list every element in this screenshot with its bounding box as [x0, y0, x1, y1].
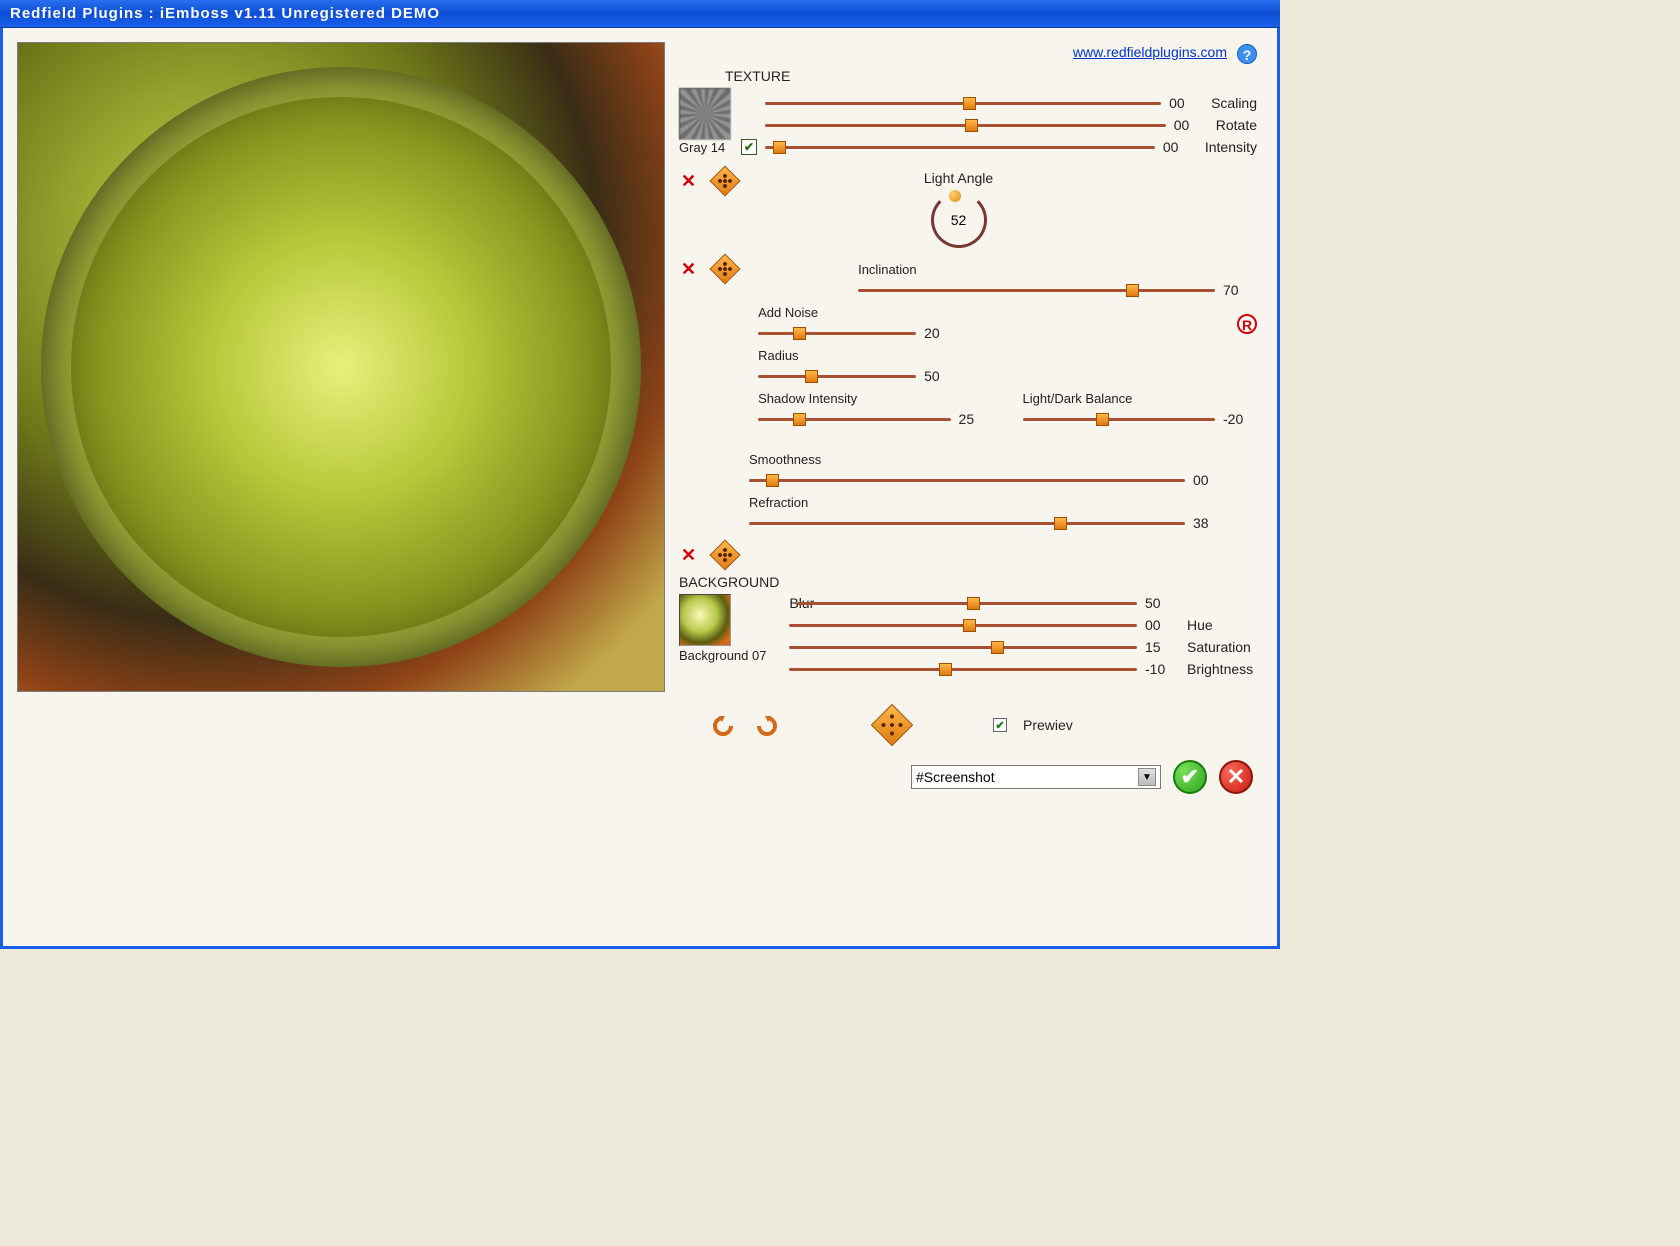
preview-checkbox[interactable]: ✔	[993, 718, 1007, 732]
window-titlebar: Redfield Plugins : iEmboss v1.11 Unregis…	[0, 0, 1280, 28]
close-icon[interactable]: ✕	[681, 171, 696, 192]
brightness-label: Brightness	[1187, 661, 1257, 677]
hue-value: 00	[1145, 617, 1179, 633]
intensity-checkbox[interactable]: ✔	[741, 139, 757, 155]
texture-thumbnail[interactable]	[679, 88, 731, 140]
shadow-intensity-label: Shadow Intensity	[758, 387, 992, 408]
brightness-value: -10	[1145, 661, 1179, 677]
saturation-label: Saturation	[1187, 639, 1257, 655]
background-thumbnail[interactable]	[679, 594, 731, 646]
inclination-value: 70	[1223, 282, 1257, 298]
close-icon[interactable]: ✕	[681, 545, 696, 566]
preview-label: Prewiev	[1023, 717, 1073, 733]
intensity-slider[interactable]	[765, 146, 1155, 149]
texture-heading: TEXTURE	[679, 68, 1257, 88]
preset-selected-value: #Screenshot	[916, 769, 995, 785]
hue-label: Hue	[1187, 617, 1257, 633]
shadow-intensity-value: 25	[959, 411, 993, 427]
inclination-label: Inclination	[858, 258, 1257, 279]
saturation-value: 15	[1145, 639, 1179, 655]
ok-button[interactable]: ✔	[1173, 760, 1207, 794]
randomize-all-icon[interactable]	[871, 704, 913, 746]
smoothness-label: Smoothness	[749, 448, 1227, 469]
scaling-slider[interactable]	[765, 102, 1161, 105]
intensity-label: Intensity	[1205, 139, 1257, 155]
texture-name: Gray 14	[679, 140, 731, 155]
chevron-down-icon: ▼	[1138, 768, 1156, 786]
add-noise-value: 20	[924, 325, 958, 341]
radius-value: 50	[924, 368, 958, 384]
background-name: Background 07	[679, 646, 779, 663]
intensity-value: 00	[1163, 139, 1197, 155]
refraction-slider[interactable]	[749, 522, 1185, 525]
controls-panel: www.redfieldplugins.com ? TEXTURE Gray 1…	[665, 42, 1257, 936]
rotate-slider[interactable]	[765, 124, 1166, 127]
radius-label: Radius	[758, 344, 1257, 365]
inclination-slider[interactable]	[858, 289, 1215, 292]
light-dark-balance-label: Light/Dark Balance	[1023, 387, 1257, 408]
saturation-slider[interactable]	[789, 646, 1137, 649]
radius-slider[interactable]	[758, 375, 916, 378]
light-dark-balance-slider[interactable]	[1023, 418, 1215, 421]
randomize-icon[interactable]	[710, 165, 741, 196]
refraction-value: 38	[1193, 515, 1227, 531]
undo-icon[interactable]	[709, 714, 737, 736]
website-link[interactable]: www.redfieldplugins.com	[1073, 44, 1227, 60]
light-angle-value: 52	[951, 212, 967, 228]
blur-value: 50	[1145, 595, 1179, 611]
rotate-label: Rotate	[1216, 117, 1257, 133]
rotate-value: 00	[1174, 117, 1208, 133]
preview-image[interactable]	[17, 42, 665, 692]
add-noise-slider[interactable]	[758, 332, 916, 335]
hue-slider[interactable]	[789, 624, 1137, 627]
blur-slider[interactable]	[797, 602, 1137, 605]
light-angle-label: Light Angle	[758, 170, 1159, 192]
angle-indicator-dot	[949, 190, 961, 202]
randomize-icon[interactable]	[710, 539, 741, 570]
add-noise-label: Add Noise	[758, 301, 1257, 322]
light-dark-balance-value: -20	[1223, 411, 1257, 427]
smoothness-value: 00	[1193, 472, 1227, 488]
main-container: www.redfieldplugins.com ? TEXTURE Gray 1…	[0, 28, 1280, 949]
randomize-icon[interactable]	[710, 253, 741, 284]
scaling-label: Scaling	[1211, 95, 1257, 111]
registered-badge-icon[interactable]: R	[1237, 314, 1257, 334]
background-heading: BACKGROUND	[679, 574, 779, 594]
smoothness-slider[interactable]	[749, 479, 1185, 482]
preset-select[interactable]: #Screenshot ▼	[911, 765, 1161, 789]
light-angle-knob[interactable]: 52	[931, 192, 987, 248]
embossed-seal-preview	[41, 67, 641, 667]
scaling-value: 00	[1169, 95, 1203, 111]
shadow-intensity-slider[interactable]	[758, 418, 950, 421]
help-icon[interactable]: ?	[1237, 44, 1257, 64]
close-icon[interactable]: ✕	[681, 259, 696, 280]
window-title: Redfield Plugins : iEmboss v1.11 Unregis…	[10, 5, 440, 22]
refraction-label: Refraction	[749, 491, 1227, 512]
redo-icon[interactable]	[753, 714, 781, 736]
brightness-slider[interactable]	[789, 668, 1137, 671]
cancel-button[interactable]: ✕	[1219, 760, 1253, 794]
